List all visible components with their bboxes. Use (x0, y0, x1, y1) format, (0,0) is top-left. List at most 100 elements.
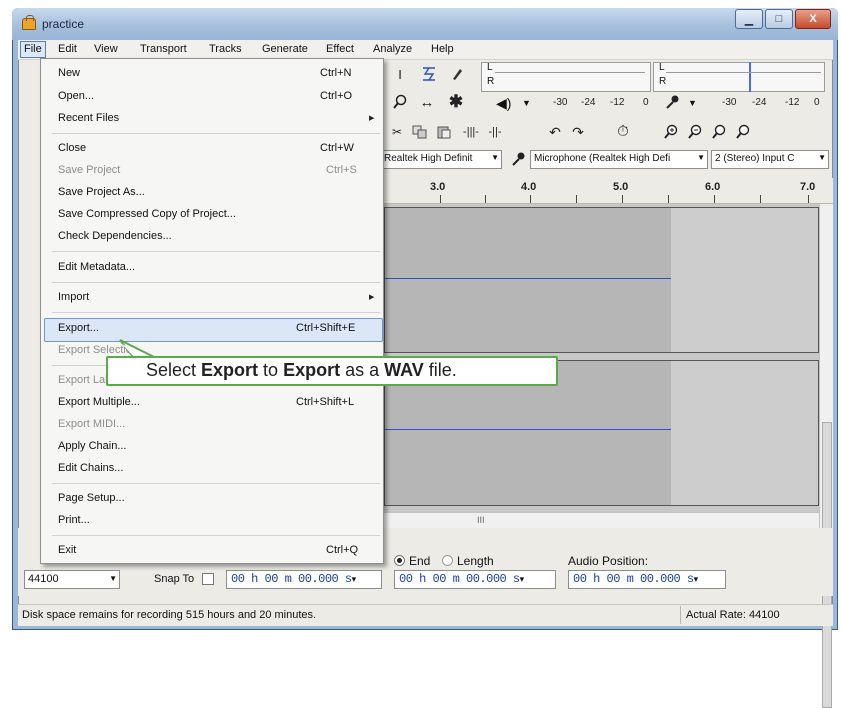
meter-scale-tick: -12 (785, 97, 800, 108)
end-radio[interactable] (394, 555, 405, 566)
meter-scale-tick: -24 (581, 97, 596, 108)
envelope-tool-icon[interactable] (418, 64, 440, 84)
end-label: End (409, 554, 431, 568)
timeline-ruler[interactable] (384, 178, 833, 204)
fit-selection-icon[interactable] (708, 122, 730, 142)
menu-item-check-dependencies[interactable]: Check Dependencies... (58, 230, 172, 242)
menu-separator (52, 535, 380, 536)
menu-view[interactable]: View (94, 43, 118, 55)
close-button[interactable]: X (795, 9, 831, 29)
draw-tool-icon[interactable] (446, 64, 468, 84)
selection-start-value: 00 h 00 m 00.000 s (231, 572, 352, 586)
copy-icon[interactable] (409, 122, 431, 142)
menu-item-save-project-as[interactable]: Save Project As... (58, 186, 145, 198)
record-meter[interactable] (481, 62, 651, 92)
menu-item-apply-chain[interactable]: Apply Chain... (58, 440, 126, 452)
chevron-down-icon: ▼ (697, 153, 705, 162)
sync-lock-icon[interactable]: ⏱ (612, 121, 634, 141)
callout-text: Select (146, 360, 202, 380)
vertical-scrollbar[interactable] (819, 204, 833, 708)
project-rate-select[interactable]: 44100 ▼ (24, 570, 120, 589)
submenu-arrow-icon: ▶ (369, 294, 375, 301)
chevron-down-icon: ▼ (491, 153, 499, 162)
timeshift-tool-icon[interactable]: ↔ (416, 92, 438, 112)
length-label: Length (457, 554, 494, 568)
menu-item-save-compressed[interactable]: Save Compressed Copy of Project... (58, 208, 236, 220)
chevron-down-icon: ▾ (519, 575, 525, 585)
audio-track-1[interactable] (384, 207, 819, 353)
input-channels-select[interactable]: 2 (Stereo) Input C ▼ (711, 150, 829, 169)
menu-item-recent-files[interactable]: Recent Files (58, 112, 119, 124)
fit-project-icon[interactable] (732, 122, 754, 142)
selection-tool-icon[interactable]: I (389, 64, 411, 84)
menu-item-edit-chains[interactable]: Edit Chains... (58, 462, 123, 474)
ruler-tick (668, 195, 669, 203)
record-meter-dropdown-icon[interactable]: ▼ (688, 98, 697, 108)
menu-tracks[interactable]: Tracks (209, 43, 242, 55)
radio-dot (397, 558, 402, 563)
audio-position-value: 00 h 00 m 00.000 s (573, 572, 694, 586)
selection-end-time[interactable]: 00 h 00 m 00.000 s▾ (394, 570, 556, 589)
menu-item-page-setup[interactable]: Page Setup... (58, 492, 125, 504)
ruler-label: 4.0 (521, 181, 537, 193)
menu-item-exit[interactable]: Exit (58, 544, 76, 556)
callout-bold-text: Export (201, 360, 259, 380)
zoom-out-icon[interactable] (684, 122, 706, 142)
meter-scale-tick: -30 (553, 97, 568, 108)
cut-icon[interactable]: ✂ (386, 122, 408, 142)
ruler-label: 6.0 (705, 181, 721, 193)
trim-icon[interactable]: -|||- (460, 122, 482, 142)
selection-start-time[interactable]: 00 h 00 m 00.000 s▾ (226, 570, 382, 589)
menu-item-import[interactable]: Import (58, 291, 89, 303)
undo-icon[interactable]: ↶ (544, 122, 566, 142)
multi-tool-icon[interactable]: ✱ (445, 92, 467, 112)
menu-help[interactable]: Help (431, 43, 454, 55)
silence-icon[interactable]: -||- (484, 122, 506, 142)
menu-generate[interactable]: Generate (262, 43, 308, 55)
menu-edit[interactable]: Edit (58, 43, 77, 55)
menu-analyze[interactable]: Analyze (373, 43, 412, 55)
menu-file[interactable]: File (20, 41, 46, 58)
menu-transport[interactable]: Transport (140, 43, 187, 55)
output-device-select[interactable]: Realtek High Definit ▼ (380, 150, 502, 169)
menu-item-new[interactable]: New (58, 67, 80, 79)
playback-meter-dropdown-icon[interactable]: ▼ (522, 98, 531, 108)
title-bar[interactable] (12, 8, 838, 40)
redo-icon[interactable]: ↷ (567, 122, 589, 142)
audio-position-time[interactable]: 00 h 00 m 00.000 s▾ (568, 570, 726, 589)
ruler-tick (714, 195, 715, 203)
menu-item-open[interactable]: Open... (58, 90, 94, 102)
input-microphone-icon (510, 150, 528, 171)
horizontal-scrollbar[interactable]: III (384, 512, 819, 528)
meter-scale-tick: -24 (752, 97, 767, 108)
menu-item-export[interactable]: Export... (58, 322, 99, 334)
zoom-in-icon[interactable] (660, 122, 682, 142)
minimize-button[interactable]: ▁ (735, 9, 763, 29)
window-title: practice (42, 17, 85, 31)
input-device-select[interactable]: Microphone (Realtek High Defi ▼ (530, 150, 708, 169)
menu-effect[interactable]: Effect (326, 43, 354, 55)
playback-meter[interactable] (653, 62, 825, 92)
menu-item-edit-metadata[interactable]: Edit Metadata... (58, 261, 135, 273)
maximize-button[interactable]: □ (765, 9, 793, 29)
menu-item-close[interactable]: Close (58, 142, 86, 154)
length-radio[interactable] (442, 555, 453, 566)
callout-bold-text: Export (283, 360, 341, 380)
menu-item-save-project[interactable]: Save Project (58, 164, 120, 176)
ruler-label: 7.0 (800, 181, 816, 193)
waveform (385, 429, 671, 430)
ruler-tick (485, 195, 486, 203)
speaker-icon[interactable]: ◀) (496, 95, 511, 112)
playback-meter-marker (749, 62, 751, 92)
snap-to-checkbox[interactable] (202, 573, 214, 585)
menu-item-print[interactable]: Print... (58, 514, 90, 526)
zoom-tool-icon[interactable] (389, 92, 411, 112)
menu-separator (52, 282, 380, 283)
menu-item-export-multiple[interactable]: Export Multiple... (58, 396, 140, 408)
microphone-icon[interactable] (664, 94, 682, 113)
menu-item-export-midi[interactable]: Export MIDI... (58, 418, 125, 430)
callout-text: as a (340, 360, 385, 380)
ruler-tick (760, 195, 761, 203)
paste-icon[interactable] (433, 122, 455, 142)
ruler-label: 5.0 (613, 181, 629, 193)
